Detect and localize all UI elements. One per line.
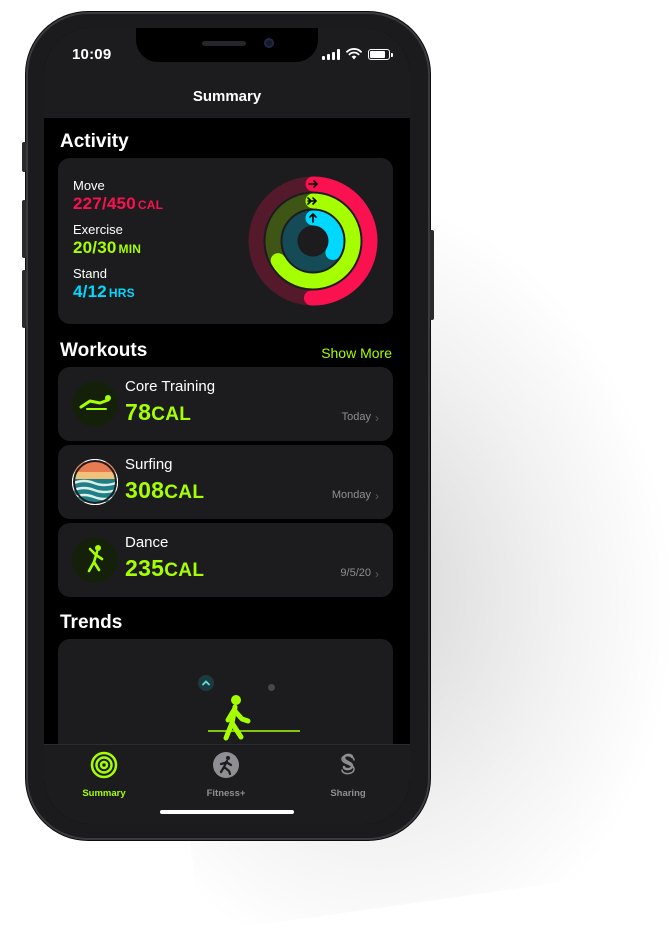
- exercise-label: Exercise: [73, 222, 123, 237]
- wifi-icon: [346, 48, 362, 60]
- volume-up-button: [22, 200, 26, 258]
- workout-calories: 78CAL: [125, 399, 192, 425]
- cellular-signal-icon: [322, 48, 340, 60]
- page-title: Summary: [192, 88, 262, 105]
- tab-fitness-plus[interactable]: Fitness+: [171, 751, 281, 799]
- power-button: [430, 230, 434, 320]
- speaker-grille: [202, 41, 246, 46]
- chevron-right-icon: ›: [375, 567, 379, 581]
- workout-row-surfing[interactable]: Surfing 308CAL Monday ›: [58, 445, 393, 519]
- surfing-icon: [72, 459, 118, 505]
- exercise-value: 20/30 MIN: [73, 238, 142, 257]
- workout-date: Today: [341, 411, 371, 423]
- tab-summary[interactable]: Summary: [49, 751, 159, 799]
- activity-heading: Activity: [60, 131, 129, 152]
- chevron-up-icon: [202, 680, 210, 686]
- core-training-icon: [72, 381, 118, 427]
- chevron-right-icon: ›: [375, 411, 379, 425]
- action-button: [22, 142, 26, 172]
- stand-label: Stand: [73, 266, 107, 281]
- nav-bar: Summary: [44, 78, 410, 118]
- notch: [136, 28, 318, 62]
- workout-date: Monday: [331, 489, 371, 501]
- tab-label: Sharing: [330, 788, 366, 799]
- activity-rings[interactable]: [246, 174, 380, 308]
- workouts-heading: Workouts: [60, 340, 148, 361]
- tab-label: Fitness+: [206, 788, 246, 799]
- stand-value: 4/12 HRS: [73, 282, 135, 301]
- workout-row-core-training[interactable]: Core Training 78CAL Today ›: [58, 367, 393, 441]
- show-more-link[interactable]: Show More: [321, 345, 392, 361]
- workout-name: Surfing: [125, 456, 173, 473]
- workout-calories: 235CAL: [125, 555, 205, 581]
- sharing-icon: [341, 753, 355, 775]
- volume-down-button: [22, 270, 26, 328]
- front-camera: [264, 38, 274, 48]
- stand-ring: [282, 210, 344, 272]
- tab-sharing[interactable]: Sharing: [293, 751, 403, 799]
- summary-content[interactable]: Activity Move 227/450 CAL Exercise 20/30 M…: [44, 118, 410, 769]
- status-time: 10:09: [72, 46, 112, 63]
- move-value: 227/450 CAL: [73, 194, 164, 213]
- tab-label: Summary: [82, 788, 126, 799]
- screen: 10:09 Summary Activity Move 227/450CAL: [44, 28, 410, 824]
- trend-dot: [268, 684, 275, 691]
- dance-icon: [72, 537, 118, 583]
- trend-up-badge: [198, 675, 214, 691]
- activity-card[interactable]: Move 227/450 CAL Exercise 20/30 MIN Stand …: [58, 158, 393, 324]
- fitness-plus-icon: [213, 752, 239, 778]
- chevron-right-icon: ›: [375, 489, 379, 503]
- trends-heading: Trends: [60, 612, 123, 633]
- workout-row-dance[interactable]: Dance 235CAL 9/5/20 ›: [58, 523, 393, 597]
- activity-rings-icon: [90, 751, 118, 779]
- status-icons: [322, 48, 393, 60]
- home-indicator[interactable]: [160, 810, 294, 814]
- workout-name: Core Training: [125, 378, 216, 395]
- move-label: Move: [73, 178, 105, 193]
- battery-icon: [368, 48, 393, 60]
- workout-calories: 308CAL: [125, 477, 205, 503]
- workout-date: 9/5/20: [340, 567, 371, 579]
- workout-name: Dance: [125, 534, 169, 551]
